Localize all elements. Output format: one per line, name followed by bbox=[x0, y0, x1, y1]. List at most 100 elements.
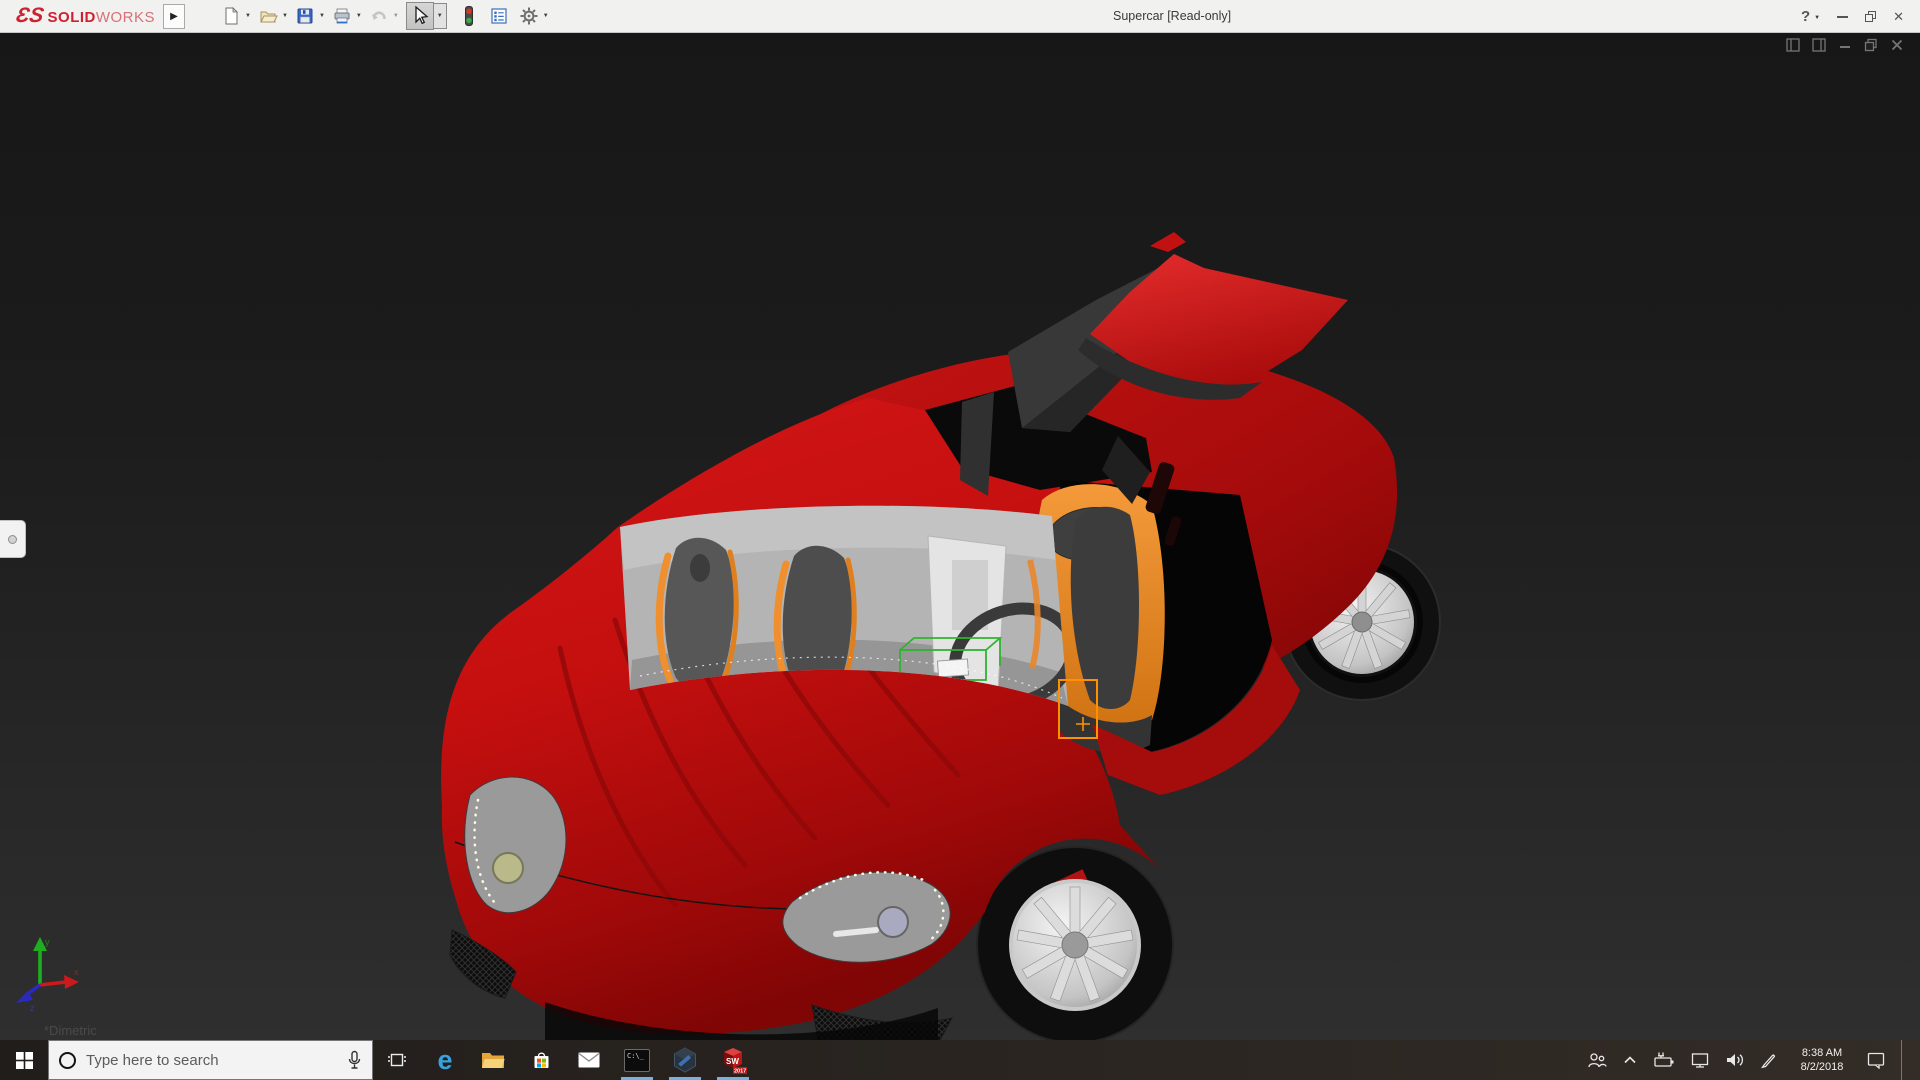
document-restore-button[interactable] bbox=[1864, 38, 1878, 57]
task-view-button[interactable] bbox=[373, 1040, 421, 1080]
rebuild-traffic-light-icon bbox=[459, 5, 479, 27]
system-tray: 8:38 AM 8/2/2018 bbox=[1587, 1040, 1920, 1080]
store-icon bbox=[532, 1050, 551, 1071]
open-folder-icon bbox=[258, 6, 278, 26]
panel-toggle-right-button[interactable] bbox=[1812, 38, 1826, 57]
taskbar-search[interactable] bbox=[48, 1040, 373, 1080]
axis-z-label: z bbox=[30, 1003, 35, 1013]
people-icon bbox=[1587, 1051, 1607, 1069]
new-document-caret[interactable]: ▼ bbox=[245, 13, 251, 19]
panel-toggle-left-button[interactable] bbox=[1786, 38, 1800, 57]
battery-button[interactable] bbox=[1653, 1051, 1675, 1069]
taskbar-edrawings-button[interactable] bbox=[661, 1040, 709, 1080]
restore-icon bbox=[1865, 11, 1876, 22]
solidworks-logo-works: WORKS bbox=[96, 9, 155, 26]
window-controls: ? ▼ ✕ bbox=[1801, 0, 1904, 33]
orientation-triad: x y z bbox=[6, 933, 90, 1018]
solidworks-logo-solid: SOLID bbox=[48, 9, 96, 26]
minimize-icon bbox=[1837, 16, 1848, 18]
undo-caret: ▼ bbox=[393, 13, 399, 19]
windows-taskbar: e C:\_ bbox=[0, 1040, 1920, 1080]
document-close-button[interactable] bbox=[1890, 38, 1904, 57]
minimize-button[interactable] bbox=[1837, 16, 1848, 18]
new-document-icon bbox=[221, 6, 241, 26]
network-icon bbox=[1690, 1051, 1710, 1069]
document-minimize-icon bbox=[1838, 38, 1852, 52]
screen: ƐS SOLID WORKS ▶ ▼ ▼ bbox=[0, 0, 1920, 1080]
select-button[interactable] bbox=[406, 2, 434, 30]
document-window-controls bbox=[1786, 38, 1904, 57]
volume-button[interactable] bbox=[1725, 1051, 1745, 1069]
mail-icon bbox=[578, 1052, 600, 1068]
taskbar-clock[interactable]: 8:38 AM 8/2/2018 bbox=[1793, 1046, 1851, 1074]
pen-icon bbox=[1760, 1051, 1778, 1069]
menu-flyout-button[interactable]: ▶ bbox=[163, 4, 185, 29]
help-button[interactable]: ? ▼ bbox=[1801, 8, 1820, 25]
undo-icon bbox=[369, 6, 389, 26]
task-pane-flyout-tab[interactable] bbox=[0, 520, 26, 558]
select-caret-button[interactable]: ▼ bbox=[434, 3, 447, 29]
command-prompt-icon: C:\_ bbox=[624, 1049, 650, 1072]
open-caret[interactable]: ▼ bbox=[282, 13, 288, 19]
undo-button[interactable] bbox=[367, 5, 391, 27]
select-tool-group: ▼ bbox=[406, 2, 447, 30]
microphone-icon[interactable] bbox=[347, 1050, 362, 1070]
battery-plug-icon bbox=[1653, 1051, 1675, 1069]
restore-button[interactable] bbox=[1865, 11, 1876, 22]
file-explorer-icon bbox=[481, 1051, 505, 1070]
interior-white-box bbox=[937, 659, 968, 677]
tray-overflow-button[interactable] bbox=[1622, 1052, 1638, 1068]
edrawings-icon bbox=[673, 1047, 697, 1073]
file-properties-button[interactable] bbox=[487, 5, 511, 27]
windows-logo-icon bbox=[16, 1052, 33, 1069]
sw-letter-s: SW bbox=[726, 1057, 739, 1066]
solidworks-logo: ƐS SOLID WORKS bbox=[0, 4, 155, 28]
edge-icon: e bbox=[437, 1047, 452, 1074]
graphics-viewport[interactable]: x y z *Dimetric bbox=[0, 33, 1920, 1040]
front-wheel[interactable] bbox=[977, 847, 1173, 1040]
clock-date: 8/2/2018 bbox=[1793, 1060, 1851, 1074]
select-cursor-icon bbox=[410, 5, 430, 27]
task-view-icon bbox=[387, 1050, 407, 1070]
taskbar-edge-button[interactable]: e bbox=[421, 1040, 469, 1080]
save-caret[interactable]: ▼ bbox=[319, 13, 325, 19]
flyout-arrow-icon: ▶ bbox=[170, 11, 178, 22]
axis-y-label: y bbox=[45, 937, 50, 947]
save-icon bbox=[295, 6, 315, 26]
open-button[interactable] bbox=[256, 5, 280, 27]
close-icon: ✕ bbox=[1893, 9, 1904, 24]
rebuild-button[interactable] bbox=[457, 4, 481, 28]
people-button[interactable] bbox=[1587, 1051, 1607, 1069]
taskbar-store-button[interactable] bbox=[517, 1040, 565, 1080]
supercar-model[interactable] bbox=[0, 33, 1920, 1040]
window-title: Supercar [Read-only] bbox=[1113, 0, 1231, 33]
file-properties-icon bbox=[489, 6, 509, 26]
taskbar-solidworks-button[interactable]: SW 2017 bbox=[709, 1040, 757, 1080]
sw-year: 2017 bbox=[734, 1069, 746, 1075]
taskbar-cmd-button[interactable]: C:\_ bbox=[613, 1040, 661, 1080]
options-button[interactable] bbox=[517, 5, 541, 27]
document-minimize-button[interactable] bbox=[1838, 38, 1852, 57]
print-button[interactable] bbox=[330, 5, 354, 27]
taskbar-mail-button[interactable] bbox=[565, 1040, 613, 1080]
print-icon bbox=[332, 6, 352, 26]
show-desktop-button[interactable] bbox=[1901, 1040, 1908, 1080]
windows-ink-button[interactable] bbox=[1760, 1051, 1778, 1069]
network-button[interactable] bbox=[1690, 1051, 1710, 1069]
start-button[interactable] bbox=[0, 1040, 48, 1080]
print-caret[interactable]: ▼ bbox=[356, 13, 362, 19]
new-document-button[interactable] bbox=[219, 5, 243, 27]
titlebar: ƐS SOLID WORKS ▶ ▼ ▼ bbox=[0, 0, 1920, 33]
search-input[interactable] bbox=[86, 1052, 337, 1069]
taskbar-explorer-button[interactable] bbox=[469, 1040, 517, 1080]
panel-right-icon bbox=[1812, 38, 1826, 52]
close-button[interactable]: ✕ bbox=[1893, 9, 1904, 25]
help-icon: ? bbox=[1801, 8, 1810, 25]
clock-time: 8:38 AM bbox=[1793, 1046, 1851, 1060]
chevron-up-icon bbox=[1622, 1052, 1638, 1068]
save-button[interactable] bbox=[293, 5, 317, 27]
axis-x-label: x bbox=[74, 967, 79, 977]
options-caret[interactable]: ▼ bbox=[543, 13, 549, 19]
action-center-button[interactable] bbox=[1866, 1051, 1886, 1069]
standard-toolbar: ▼ ▼ ▼ bbox=[219, 2, 554, 30]
